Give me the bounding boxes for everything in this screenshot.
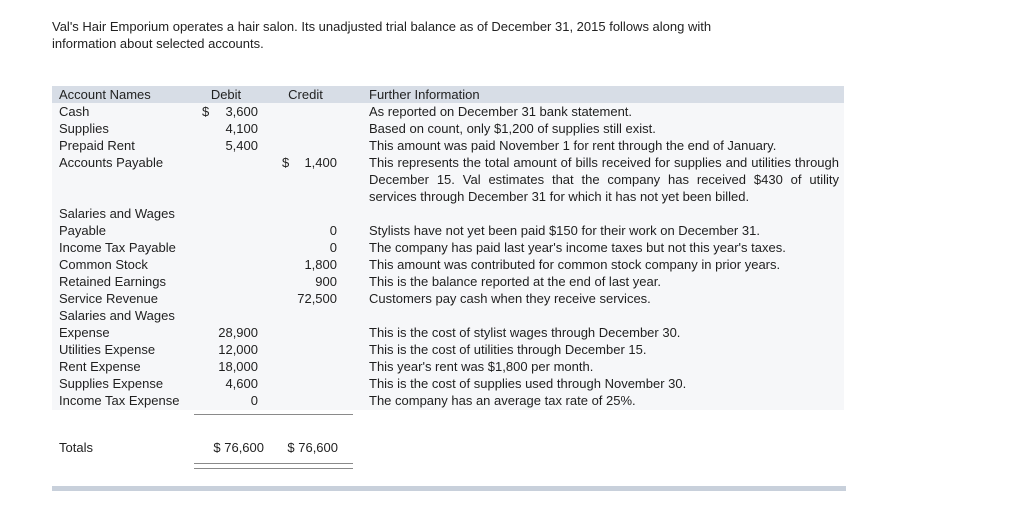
account-name: Accounts Payable xyxy=(59,155,164,170)
further-info: This amount was contributed for common s… xyxy=(369,257,781,272)
account-name: Expense xyxy=(59,325,110,340)
total-debit: $ 76,600 xyxy=(213,440,264,455)
debit-value: 0 xyxy=(250,393,258,408)
account-name: Payable xyxy=(59,223,106,238)
further-info: The company has paid last year's income … xyxy=(369,240,786,255)
credit-value: 0 xyxy=(329,223,337,238)
account-name: Cash xyxy=(59,104,90,119)
bottom-divider xyxy=(52,486,846,491)
credit-value: 0 xyxy=(329,240,337,255)
further-info: This is the cost of stylist wages throug… xyxy=(369,325,681,340)
account-name: Salaries and Wages xyxy=(59,308,175,323)
total-double-rule-bottom xyxy=(194,468,353,469)
further-info: Customers pay cash when they receive ser… xyxy=(369,291,651,306)
debit-value: 4,600 xyxy=(225,376,258,391)
account-name: Supplies xyxy=(59,121,109,136)
account-name: Utilities Expense xyxy=(59,342,156,357)
further-info: This is the cost of supplies used throug… xyxy=(369,376,687,391)
further-info: Based on count, only $1,200 of supplies … xyxy=(369,121,656,136)
debit-value: $3,600 xyxy=(202,104,258,119)
header-account-names: Account Names xyxy=(59,87,151,102)
debit-value: 4,100 xyxy=(225,121,258,136)
further-info: This is the cost of utilities through De… xyxy=(369,342,647,357)
further-info: Stylists have not yet been paid $150 for… xyxy=(369,223,760,238)
account-name: Income Tax Expense xyxy=(59,393,180,408)
header-credit: Credit xyxy=(288,87,323,102)
further-info: This year's rent was $1,800 per month. xyxy=(369,359,594,374)
debit-value: 5,400 xyxy=(225,138,258,153)
further-info: The company has an average tax rate of 2… xyxy=(369,393,636,408)
account-name: Rent Expense xyxy=(59,359,141,374)
further-info-accounts-payable: This represents the total amount of bill… xyxy=(369,155,839,204)
further-info: This is the balance reported at the end … xyxy=(369,274,661,289)
further-info: As reported on December 31 bank statemen… xyxy=(369,104,633,119)
account-name: Common Stock xyxy=(59,257,148,272)
debit-value: 18,000 xyxy=(218,359,258,374)
account-name: Income Tax Payable xyxy=(59,240,176,255)
debit-value: 28,900 xyxy=(218,325,258,340)
total-double-rule-top xyxy=(194,463,353,464)
account-name: Retained Earnings xyxy=(59,274,166,289)
credit-value: 900 xyxy=(315,274,337,289)
account-name: Service Revenue xyxy=(59,291,158,306)
credit-value: $1,400 xyxy=(282,155,337,170)
account-name: Supplies Expense xyxy=(59,376,164,391)
subtotal-rule xyxy=(194,414,353,415)
intro-text: Val's Hair Emporium operates a hair salo… xyxy=(52,19,712,51)
header-debit: Debit xyxy=(210,87,242,102)
credit-value: 1,800 xyxy=(304,257,337,272)
account-name: Salaries and Wages xyxy=(59,206,175,221)
header-further-info: Further Information xyxy=(369,87,480,102)
total-credit: $ 76,600 xyxy=(287,440,338,455)
debit-value: 12,000 xyxy=(218,342,258,357)
account-name: Prepaid Rent xyxy=(59,138,135,153)
further-info: This amount was paid November 1 for rent… xyxy=(369,138,777,153)
credit-value: 72,500 xyxy=(297,291,337,306)
totals-label: Totals xyxy=(59,440,93,455)
